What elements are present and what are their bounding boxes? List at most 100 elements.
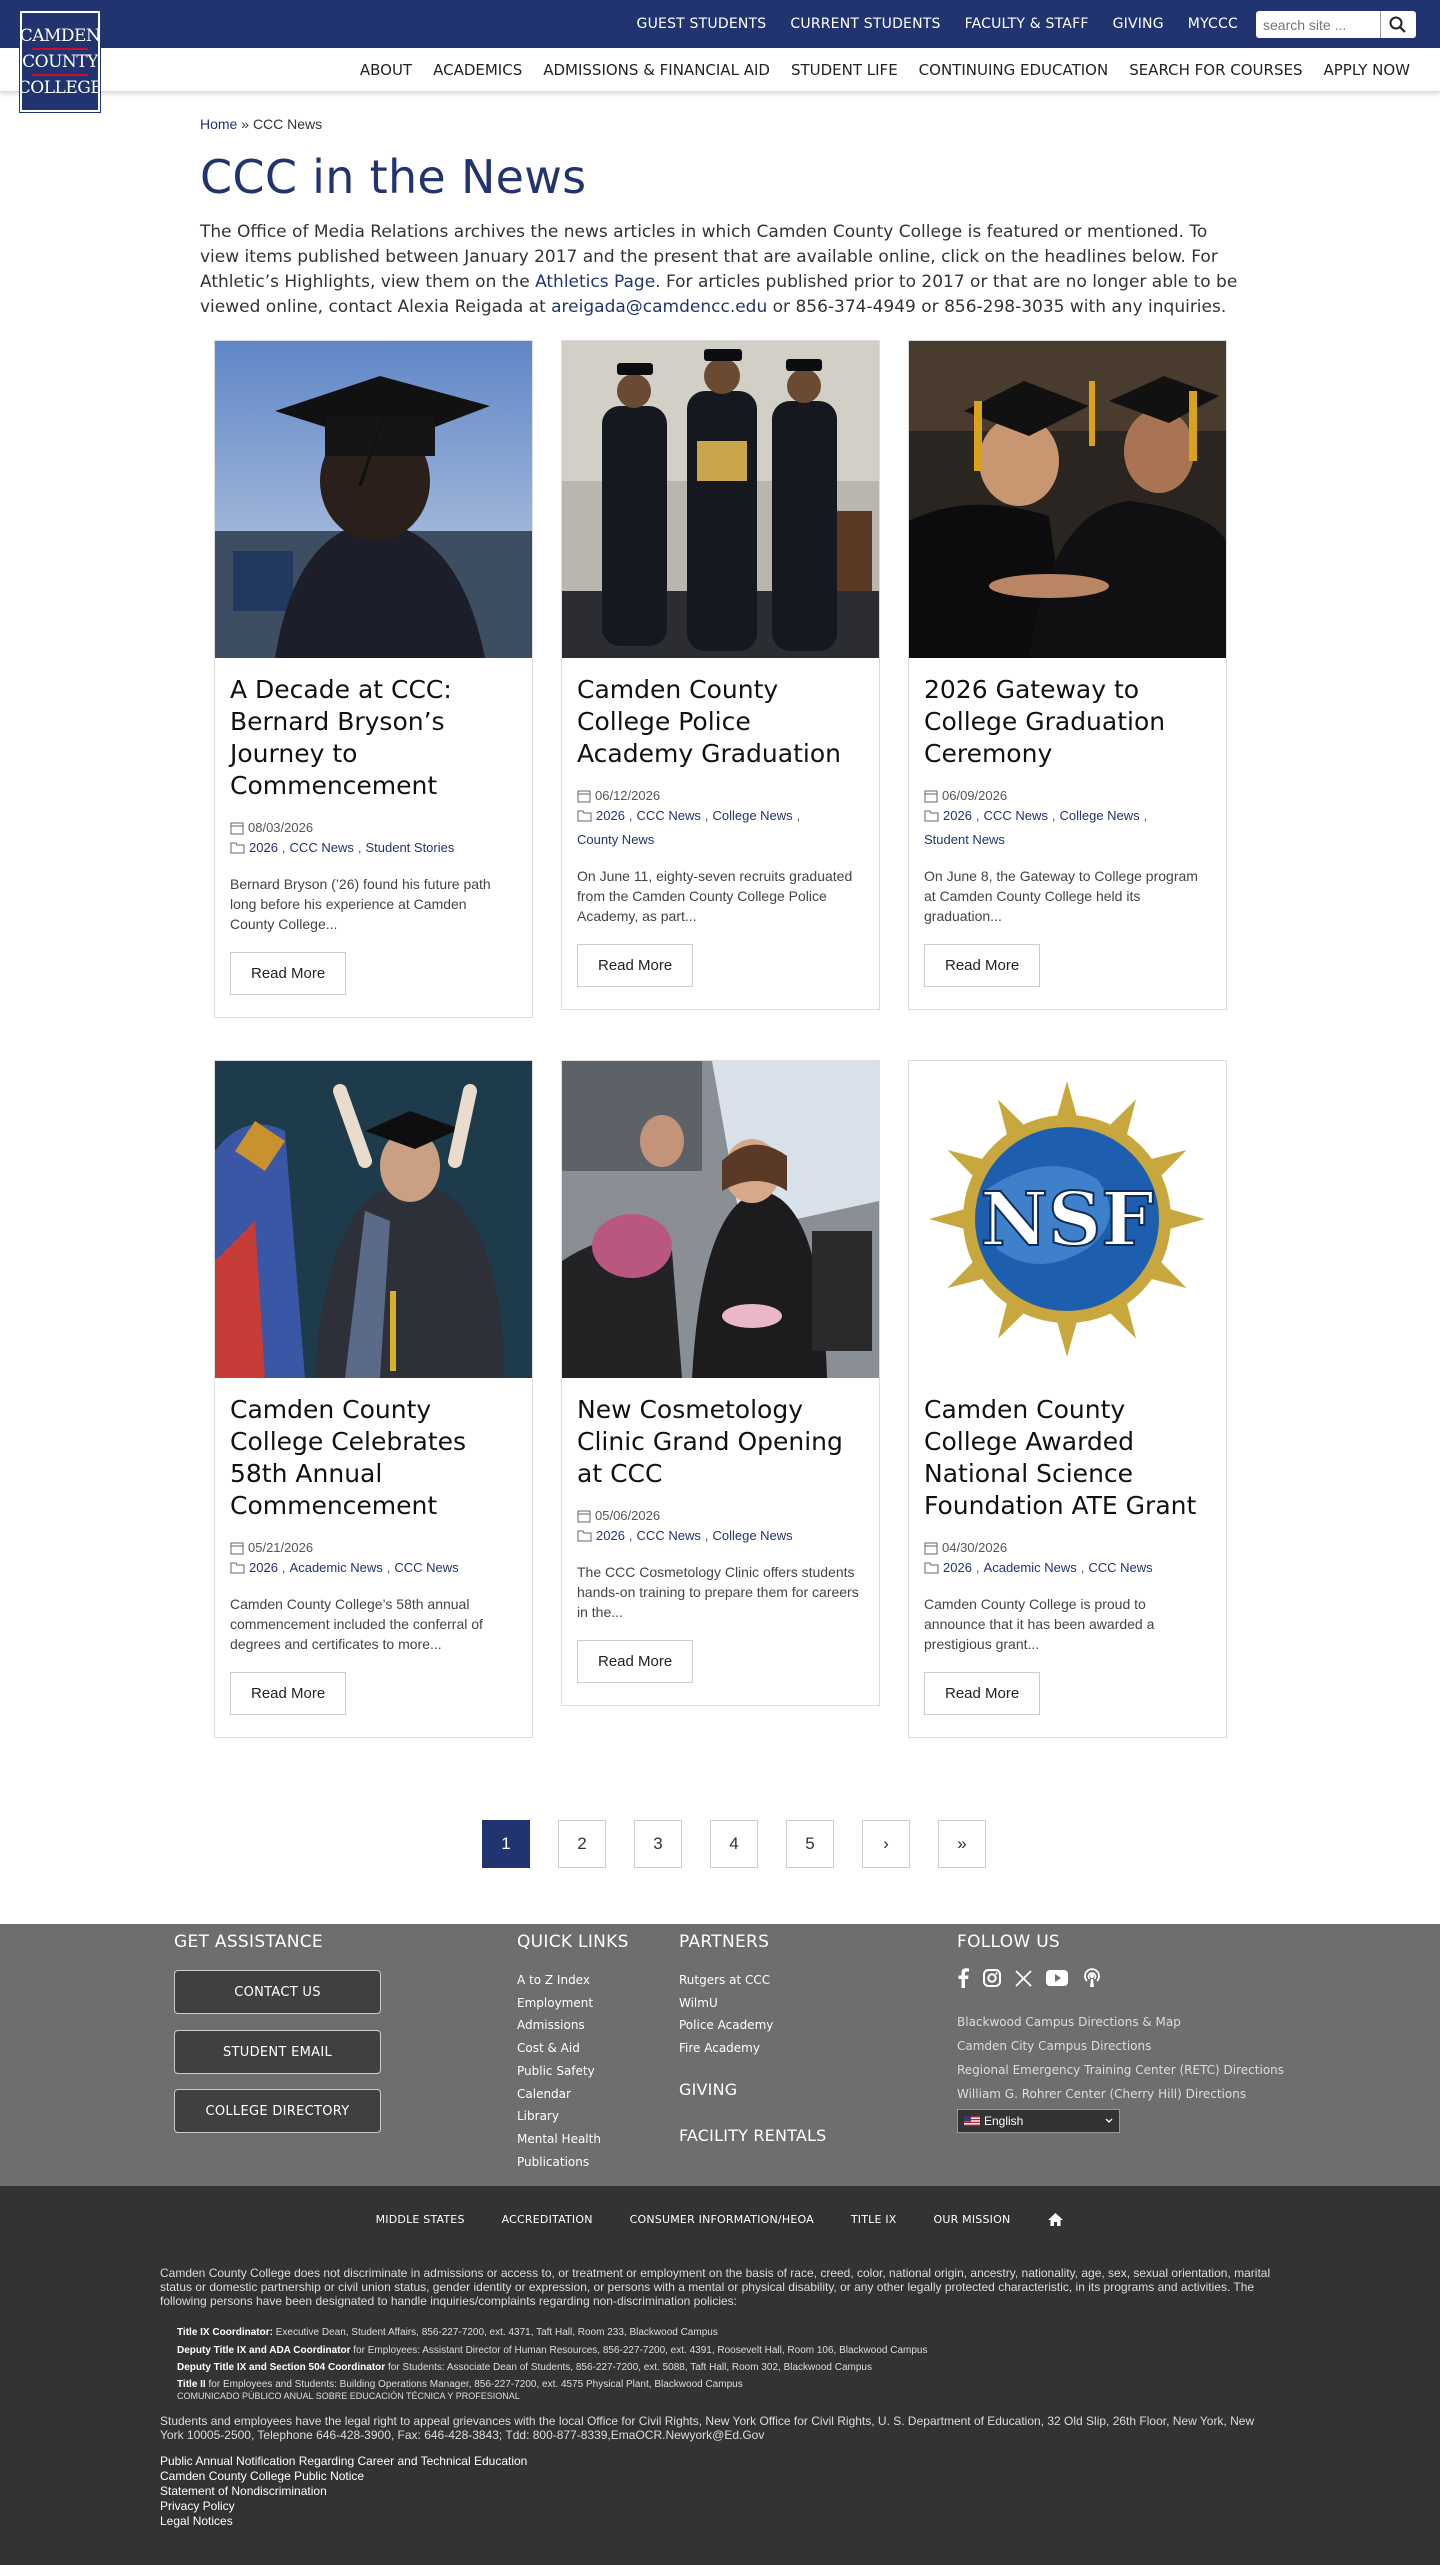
quick-link[interactable]: Public Safety: [517, 2060, 601, 2083]
utility-link-giving[interactable]: GIVING: [1113, 16, 1164, 32]
category-link[interactable]: Academic News: [984, 1558, 1077, 1578]
category-link[interactable]: 2026: [249, 838, 278, 858]
category-link[interactable]: CCC News: [637, 806, 701, 826]
article-title[interactable]: 2026 Gateway to College Graduation Cerem…: [924, 674, 1211, 770]
article-image-commencement[interactable]: [215, 1061, 532, 1378]
bottom-link[interactable]: Camden County College Public Notice: [160, 2469, 1275, 2484]
article-image-gateway-graduation[interactable]: [909, 341, 1226, 658]
instagram-icon[interactable]: [983, 1969, 1001, 1987]
article-title[interactable]: New Cosmetology Clinic Grand Opening at …: [577, 1394, 864, 1490]
quick-link[interactable]: Cost & Aid: [517, 2037, 601, 2060]
category-link[interactable]: CCC News: [1088, 1558, 1152, 1578]
category-link[interactable]: 2026: [943, 806, 972, 826]
college-directory-button[interactable]: COLLEGE DIRECTORY: [174, 2089, 381, 2133]
legal-link-consumer-info[interactable]: CONSUMER INFORMATION/HEOA: [630, 2213, 814, 2226]
language-select[interactable]: English: [957, 2109, 1120, 2133]
category-link[interactable]: College News: [712, 806, 792, 826]
page-3[interactable]: 3: [634, 1820, 682, 1868]
page-5[interactable]: 5: [786, 1820, 834, 1868]
category-link[interactable]: 2026: [596, 1526, 625, 1546]
article-title[interactable]: Camden County College Awarded National S…: [924, 1394, 1211, 1522]
utility-link-myccc[interactable]: MYCCC: [1188, 16, 1238, 32]
home-icon[interactable]: [1047, 2212, 1064, 2227]
nav-continuing-education[interactable]: CONTINUING EDUCATION: [919, 61, 1109, 79]
category-link[interactable]: CCC News: [394, 1558, 458, 1578]
bottom-link[interactable]: Statement of Nondiscrimination: [160, 2484, 1275, 2499]
page-4[interactable]: 4: [710, 1820, 758, 1868]
read-more-button[interactable]: Read More: [577, 1640, 694, 1683]
category-link[interactable]: CCC News: [637, 1526, 701, 1546]
article-image-cosmetology[interactable]: [562, 1061, 879, 1378]
category-link[interactable]: College News: [1059, 806, 1139, 826]
category-link[interactable]: College News: [712, 1526, 792, 1546]
article-image-graduate-cap[interactable]: [215, 341, 532, 658]
page-1[interactable]: 1: [482, 1820, 530, 1868]
direction-link[interactable]: Camden City Campus Directions: [957, 2034, 1284, 2058]
email-link[interactable]: areigada@camdencc.edu: [551, 297, 767, 317]
quick-link[interactable]: Calendar: [517, 2083, 601, 2106]
article-title[interactable]: A Decade at CCC: Bernard Bryson’s Journe…: [230, 674, 517, 802]
partner-link[interactable]: Rutgers at CCC: [679, 1969, 773, 1992]
nav-student-life[interactable]: STUDENT LIFE: [791, 61, 898, 79]
read-more-button[interactable]: Read More: [924, 1672, 1041, 1715]
utility-link-current-students[interactable]: CURRENT STUDENTS: [790, 16, 940, 32]
facility-rentals-link[interactable]: FACILITY RENTALS: [679, 2126, 827, 2145]
x-twitter-icon[interactable]: [1015, 1969, 1032, 1987]
nav-apply-now[interactable]: APPLY NOW: [1323, 61, 1410, 79]
nav-admissions[interactable]: ADMISSIONS & FINANCIAL AID: [543, 61, 770, 79]
legal-link-our-mission[interactable]: OUR MISSION: [934, 2213, 1011, 2226]
page-next[interactable]: ›: [862, 1820, 910, 1868]
nav-academics[interactable]: ACADEMICS: [433, 61, 522, 79]
category-link[interactable]: Student News: [924, 830, 1005, 850]
breadcrumb-home[interactable]: Home: [200, 116, 237, 132]
quick-link[interactable]: Mental Health: [517, 2128, 601, 2151]
partner-link[interactable]: Police Academy: [679, 2014, 773, 2037]
utility-link-guest-students[interactable]: GUEST STUDENTS: [637, 16, 767, 32]
facebook-icon[interactable]: [957, 1968, 969, 1988]
direction-link[interactable]: Regional Emergency Training Center (RETC…: [957, 2058, 1284, 2082]
nav-search-courses[interactable]: SEARCH FOR COURSES: [1129, 61, 1302, 79]
legal-link-middle-states[interactable]: MIDDLE STATES: [376, 2213, 465, 2226]
contact-us-button[interactable]: CONTACT US: [174, 1970, 381, 2014]
quick-link[interactable]: Employment: [517, 1992, 601, 2015]
podcast-icon[interactable]: [1082, 1968, 1102, 1988]
direction-link[interactable]: Blackwood Campus Directions & Map: [957, 2010, 1284, 2034]
article-image-nsf-logo[interactable]: NSF: [909, 1061, 1226, 1378]
category-link[interactable]: Student Stories: [365, 838, 454, 858]
article-title[interactable]: Camden County College Celebrates 58th An…: [230, 1394, 517, 1522]
read-more-button[interactable]: Read More: [924, 944, 1041, 987]
article-title[interactable]: Camden County College Police Academy Gra…: [577, 674, 864, 770]
article-image-police-academy[interactable]: [562, 341, 879, 658]
category-link[interactable]: 2026: [596, 806, 625, 826]
category-link[interactable]: 2026: [249, 1558, 278, 1578]
comunicado-link[interactable]: COMUNICADO PÚBLICO ANUAL SOBRE EDUCACIÓN…: [177, 2391, 1277, 2401]
legal-link-title-ix[interactable]: TITLE IX: [851, 2213, 897, 2226]
category-link[interactable]: County News: [577, 830, 654, 850]
category-link[interactable]: 2026: [943, 1558, 972, 1578]
nav-about[interactable]: ABOUT: [360, 61, 412, 79]
search-button[interactable]: [1380, 11, 1414, 38]
quick-link[interactable]: Publications: [517, 2151, 601, 2174]
partner-link[interactable]: Fire Academy: [679, 2037, 773, 2060]
read-more-button[interactable]: Read More: [577, 944, 694, 987]
legal-link-accreditation[interactable]: ACCREDITATION: [502, 2213, 593, 2226]
read-more-button[interactable]: Read More: [230, 1672, 347, 1715]
partner-link[interactable]: WilmU: [679, 1992, 773, 2015]
direction-link[interactable]: William G. Rohrer Center (Cherry Hill) D…: [957, 2082, 1284, 2106]
search-input[interactable]: [1256, 12, 1380, 37]
youtube-icon[interactable]: [1046, 1970, 1068, 1986]
read-more-button[interactable]: Read More: [230, 952, 347, 995]
category-link[interactable]: CCC News: [984, 806, 1048, 826]
category-link[interactable]: Academic News: [290, 1558, 383, 1578]
bottom-link[interactable]: Privacy Policy: [160, 2499, 1275, 2514]
page-2[interactable]: 2: [558, 1820, 606, 1868]
page-last[interactable]: »: [938, 1820, 986, 1868]
category-link[interactable]: CCC News: [290, 838, 354, 858]
utility-link-faculty-staff[interactable]: FACULTY & STAFF: [965, 16, 1089, 32]
student-email-button[interactable]: STUDENT EMAIL: [174, 2030, 381, 2074]
quick-link[interactable]: A to Z Index: [517, 1969, 601, 1992]
bottom-link[interactable]: Legal Notices: [160, 2514, 1275, 2529]
giving-link[interactable]: GIVING: [679, 2080, 737, 2099]
college-logo[interactable]: CAMDEN COUNTY COLLEGE: [18, 10, 103, 113]
quick-link[interactable]: Library: [517, 2105, 601, 2128]
